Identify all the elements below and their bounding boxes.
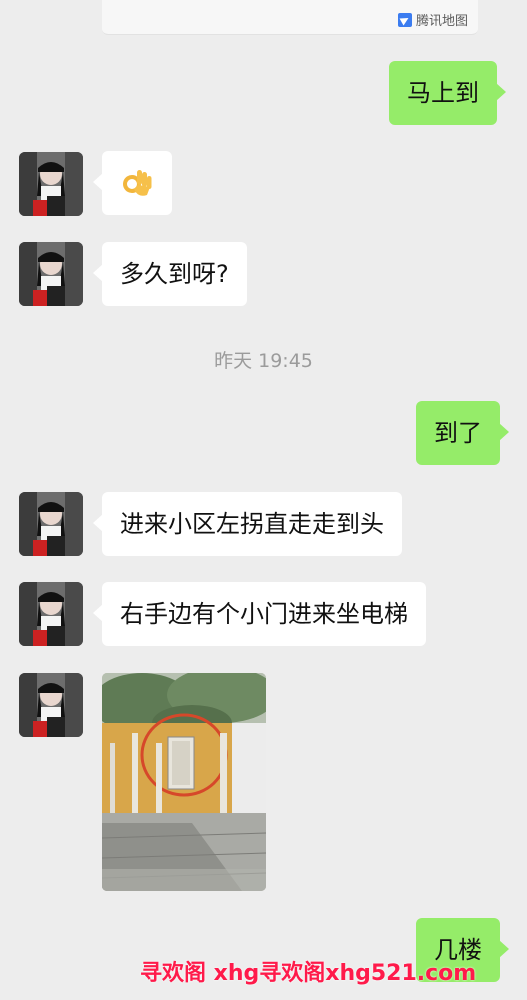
- avatar[interactable]: [19, 242, 83, 306]
- map-arrow-icon: [397, 12, 412, 27]
- message-text: 右手边有个小门进来坐电梯: [120, 600, 408, 628]
- map-source-text: 腾讯地图: [415, 14, 468, 29]
- message-bubble-outgoing[interactable]: 到了: [416, 401, 509, 465]
- message-bubble-incoming[interactable]: 多久到呀?: [93, 242, 247, 306]
- avatar[interactable]: [19, 673, 83, 737]
- message-bubble-incoming[interactable]: 进来小区左拐直走走到头: [93, 492, 402, 556]
- message-bubble-incoming[interactable]: 右手边有个小门进来坐电梯: [93, 582, 426, 646]
- image-message-thumbnail[interactable]: [102, 673, 266, 891]
- chat-screen: 腾讯地图 马上到 多久到呀? 昨天 19:45 到了 进来小区左拐直走走到头 右…: [0, 0, 527, 1000]
- message-text: 进来小区左拐直走走到头: [120, 510, 384, 538]
- ok-hand-emoji-icon: [120, 167, 154, 199]
- avatar[interactable]: [19, 582, 83, 646]
- message-bubble-incoming[interactable]: [93, 151, 172, 215]
- map-source-label: 腾讯地图: [397, 10, 468, 29]
- avatar[interactable]: [19, 152, 83, 216]
- message-text: 到了: [434, 419, 482, 447]
- watermark-text: 寻欢阁 xhg寻欢阁xhg521.com: [140, 961, 477, 986]
- location-map-card[interactable]: 腾讯地图: [102, 0, 478, 35]
- message-text: 马上到: [407, 79, 479, 107]
- avatar[interactable]: [19, 492, 83, 556]
- message-timestamp: 昨天 19:45: [214, 350, 313, 372]
- message-text: 多久到呀?: [120, 260, 229, 288]
- message-bubble-outgoing[interactable]: 马上到: [389, 61, 506, 125]
